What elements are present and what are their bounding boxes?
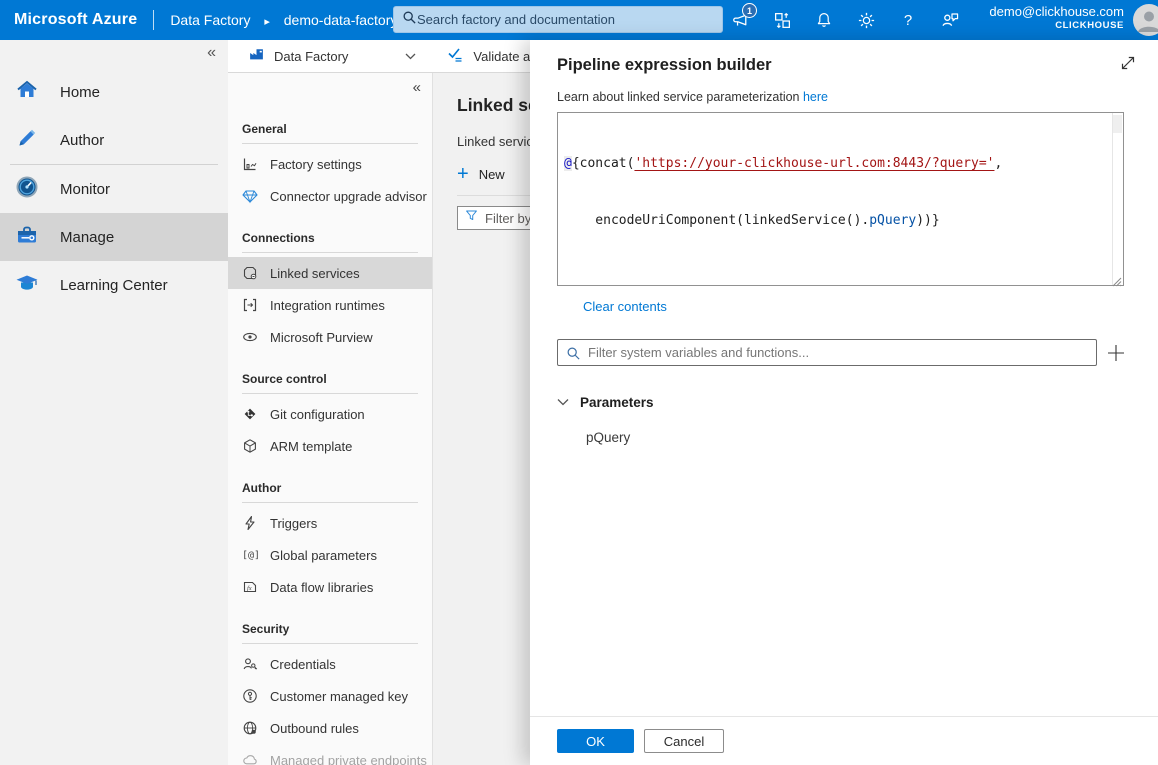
menu-item-linked-services[interactable]: Linked services (228, 257, 432, 289)
menu-item-outbound-rules[interactable]: Outbound rules (242, 712, 432, 744)
account-email: demo@clickhouse.com (989, 4, 1124, 20)
nav-item-author[interactable]: Author (0, 116, 228, 164)
search-icon (566, 346, 581, 366)
lightning-icon (242, 515, 258, 531)
menu-item-data-flow-libraries[interactable]: fx Data flow libraries (242, 571, 432, 603)
factory-selector[interactable]: Data Factory (248, 45, 416, 67)
factory-settings-icon (242, 156, 258, 172)
managed-key-icon (242, 688, 258, 704)
toolbox-icon (15, 223, 39, 252)
info-text: Learn about linked service parameterizat… (557, 90, 1158, 104)
funnel-icon (465, 209, 478, 227)
flyout-title: Pipeline expression builder (557, 56, 1158, 75)
validate-all-button[interactable]: Validate all (446, 45, 536, 68)
cloud-icon (242, 752, 258, 765)
editor-scrollbar[interactable] (1112, 113, 1123, 285)
global-parameters-icon: [@] (242, 547, 258, 563)
arm-template-cube-icon (242, 438, 258, 454)
menu-item-factory-settings[interactable]: Factory settings (242, 148, 432, 180)
functions-filter-input[interactable] (557, 339, 1097, 366)
account-tenant: CLICKHOUSE (989, 20, 1124, 32)
parameter-pquery[interactable]: pQuery (586, 430, 1158, 445)
notification-badge: 1 (742, 3, 757, 18)
clear-contents-link[interactable]: Clear contents (583, 299, 667, 314)
menu-item-git-configuration[interactable]: Git configuration (242, 398, 432, 430)
azure-brand[interactable]: Microsoft Azure (0, 11, 153, 29)
announcements-icon[interactable]: 1 (730, 10, 750, 30)
menu-item-arm-template[interactable]: ARM template (242, 430, 432, 462)
expression-builder-flyout: Pipeline expression builder Learn about … (530, 40, 1158, 765)
search-icon (402, 10, 417, 30)
here-link[interactable]: here (803, 90, 828, 104)
expression-line-1: @{concat('https://your-clickhouse-url.co… (564, 154, 1105, 173)
nav-item-manage[interactable]: Manage (0, 213, 228, 261)
purview-eye-icon (242, 329, 258, 345)
integration-runtimes-icon (242, 297, 258, 313)
nav-item-learning-center[interactable]: Learning Center (0, 261, 228, 309)
linked-services-icon (242, 265, 258, 281)
validate-check-icon (446, 45, 464, 68)
credentials-person-key-icon (242, 656, 258, 672)
svg-text:fx: fx (247, 585, 252, 592)
flyout-footer: OK Cancel (530, 716, 1158, 765)
cancel-button[interactable]: Cancel (644, 729, 724, 753)
feedback-icon[interactable] (940, 10, 960, 30)
home-icon (15, 78, 39, 107)
settings-gear-icon[interactable] (856, 10, 876, 30)
resize-handle-icon[interactable] (1112, 274, 1122, 284)
plus-icon: + (457, 166, 469, 182)
breadcrumb: Data Factory ▸ demo-data-factory-00 (170, 12, 417, 28)
expression-line-2: encodeUriComponent(linkedService().pQuer… (564, 211, 1105, 230)
pencil-icon (15, 126, 39, 155)
menu-item-managed-private-endpoints[interactable]: Managed private endpoints (242, 744, 432, 765)
menu-item-credentials[interactable]: Credentials (242, 648, 432, 680)
topbar-icon-row: 1 ? (730, 0, 960, 40)
diamond-icon (242, 188, 258, 204)
section-connections: Connections (242, 231, 432, 245)
parameters-accordion[interactable]: Parameters (557, 393, 1158, 411)
git-icon (242, 406, 258, 422)
functions-filter-field[interactable] (588, 345, 1068, 360)
breadcrumb-app[interactable]: Data Factory (170, 12, 250, 28)
search-input[interactable] (417, 12, 697, 27)
menu-item-triggers[interactable]: Triggers (242, 507, 432, 539)
section-author: Author (242, 481, 432, 495)
factory-icon (248, 45, 265, 67)
data-flow-fx-icon: fx (242, 579, 258, 595)
expand-icon[interactable] (1118, 53, 1138, 73)
chevron-down-icon (405, 53, 416, 60)
ok-button[interactable]: OK (557, 729, 634, 753)
nav-collapse-icon[interactable]: « (207, 44, 216, 62)
manage-menu-panel: « General Factory settings Connector upg… (228, 73, 433, 765)
topbar-search[interactable] (393, 6, 723, 33)
switch-factory-icon[interactable] (772, 10, 792, 30)
gauge-icon (15, 175, 39, 204)
graduation-cap-icon (15, 271, 39, 300)
breadcrumb-caret-icon: ▸ (264, 16, 270, 28)
chevron-down-icon (557, 393, 569, 411)
avatar[interactable] (1133, 4, 1158, 36)
expression-editor[interactable]: @{concat('https://your-clickhouse-url.co… (557, 112, 1124, 286)
notifications-bell-icon[interactable] (814, 10, 834, 30)
section-source-control: Source control (242, 372, 432, 386)
menu-item-customer-managed-key[interactable]: Customer managed key (242, 680, 432, 712)
add-expression-icon[interactable] (1106, 343, 1126, 363)
menu-item-integration-runtimes[interactable]: Integration runtimes (242, 289, 432, 321)
globe-icon (242, 720, 258, 736)
section-security: Security (242, 622, 432, 636)
topbar-separator (153, 10, 154, 30)
account-info[interactable]: demo@clickhouse.com CLICKHOUSE (989, 4, 1124, 32)
menu-item-microsoft-purview[interactable]: Microsoft Purview (242, 321, 432, 353)
menu-item-connector-upgrade-advisor[interactable]: Connector upgrade advisor (242, 180, 432, 212)
help-icon[interactable]: ? (898, 10, 918, 30)
nav-item-home[interactable]: Home (0, 68, 228, 116)
topbar: Microsoft Azure Data Factory ▸ demo-data… (0, 0, 1158, 40)
nav-item-monitor[interactable]: Monitor (0, 165, 228, 213)
menu-collapse-icon[interactable]: « (413, 79, 421, 96)
menu-item-global-parameters[interactable]: [@] Global parameters (242, 539, 432, 571)
left-nav: « Home Author Monitor Manage (0, 40, 228, 765)
section-general: General (242, 122, 432, 136)
